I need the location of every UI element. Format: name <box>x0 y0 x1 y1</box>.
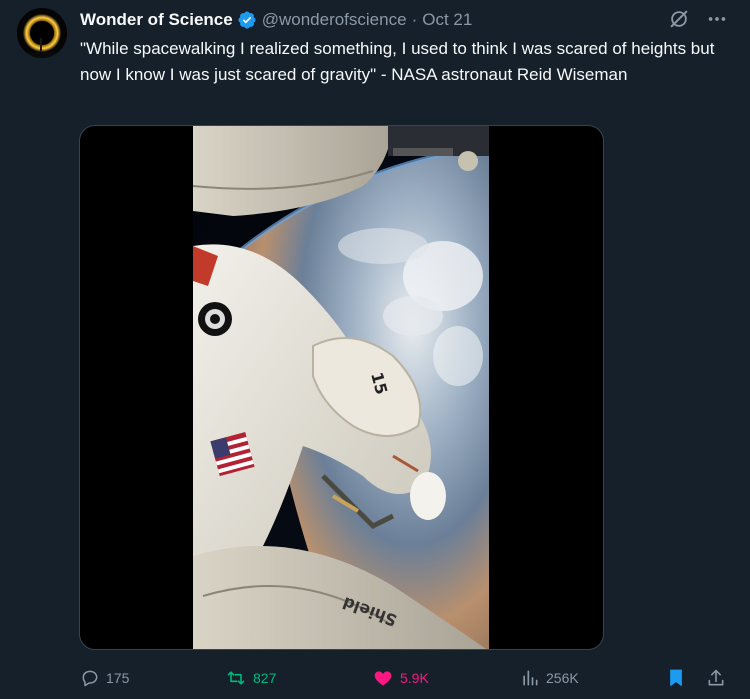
share-icon <box>708 669 724 686</box>
tweet-video[interactable]: 15 Shield <box>79 125 604 650</box>
bookmark-icon <box>670 669 682 687</box>
tweet-actions: 175 827 5.9K 256K <box>80 664 740 692</box>
bookmark-button[interactable] <box>666 664 692 692</box>
avatar[interactable] <box>17 8 67 58</box>
avatar-image <box>17 8 67 58</box>
heart-icon <box>374 671 392 686</box>
retweet-icon <box>227 671 245 685</box>
reply-count: 175 <box>106 670 130 686</box>
like-button[interactable]: 5.9K <box>372 664 429 692</box>
views-button[interactable]: 256K <box>520 664 579 692</box>
views-count: 256K <box>546 670 579 686</box>
tweet-date[interactable]: Oct 21 <box>422 10 472 30</box>
video-frame: 15 Shield <box>193 126 489 649</box>
tweet[interactable]: Wonder of Science @wonderofscience · Oct… <box>0 0 750 699</box>
tweet-text: "While spacewalking I realized something… <box>80 39 715 84</box>
verified-badge-icon <box>237 10 257 30</box>
grok-icon[interactable] <box>668 8 690 35</box>
header-separator: · <box>411 10 418 29</box>
views-icon <box>523 670 538 686</box>
author-display-name[interactable]: Wonder of Science <box>80 10 233 30</box>
author-handle[interactable]: @wonderofscience <box>262 10 407 30</box>
tweet-header: Wonder of Science @wonderofscience · Oct… <box>80 9 472 31</box>
more-icon[interactable] <box>706 8 728 35</box>
retweet-button[interactable]: 827 <box>225 664 276 692</box>
reply-button[interactable]: 175 <box>80 664 129 692</box>
retweet-count: 827 <box>253 670 277 686</box>
share-button[interactable] <box>706 664 732 692</box>
like-count: 5.9K <box>400 670 429 686</box>
header-actions <box>668 8 728 35</box>
reply-icon <box>82 670 98 687</box>
